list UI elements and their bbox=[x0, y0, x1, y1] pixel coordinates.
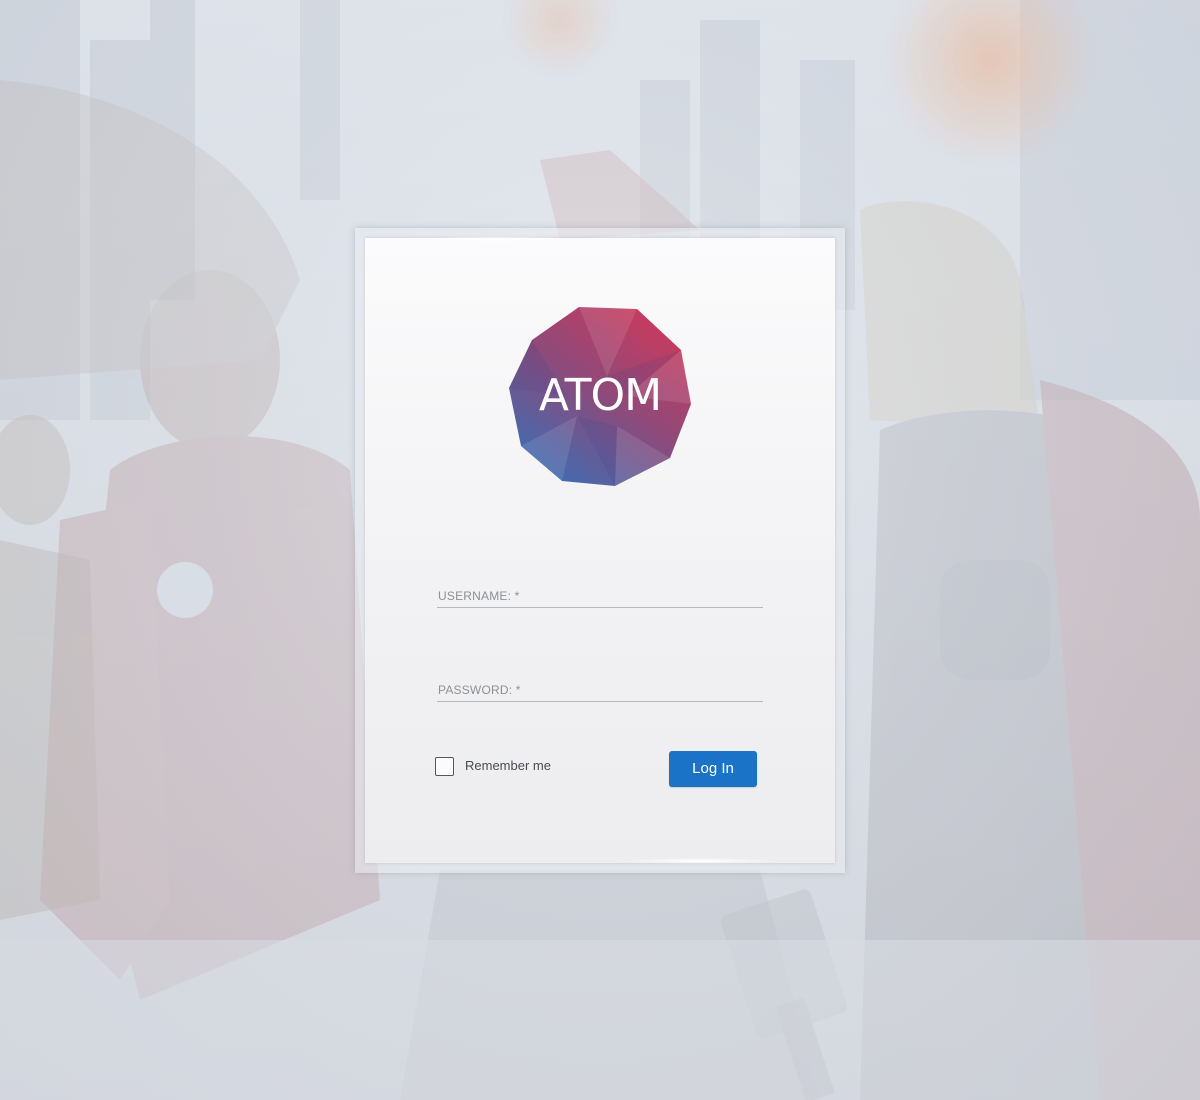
login-button[interactable]: Log In bbox=[669, 751, 757, 787]
atom-logo-text: ATOM bbox=[538, 370, 662, 421]
username-input[interactable] bbox=[437, 585, 763, 607]
remember-me-label[interactable]: Remember me bbox=[465, 758, 551, 773]
username-field[interactable]: USERNAME: * bbox=[437, 585, 763, 608]
password-input[interactable] bbox=[437, 679, 763, 701]
card-bottom-glow bbox=[620, 858, 780, 864]
card-top-glow bbox=[425, 236, 565, 242]
password-field[interactable]: PASSWORD: * bbox=[437, 679, 763, 702]
remember-me-checkbox[interactable] bbox=[435, 757, 454, 776]
